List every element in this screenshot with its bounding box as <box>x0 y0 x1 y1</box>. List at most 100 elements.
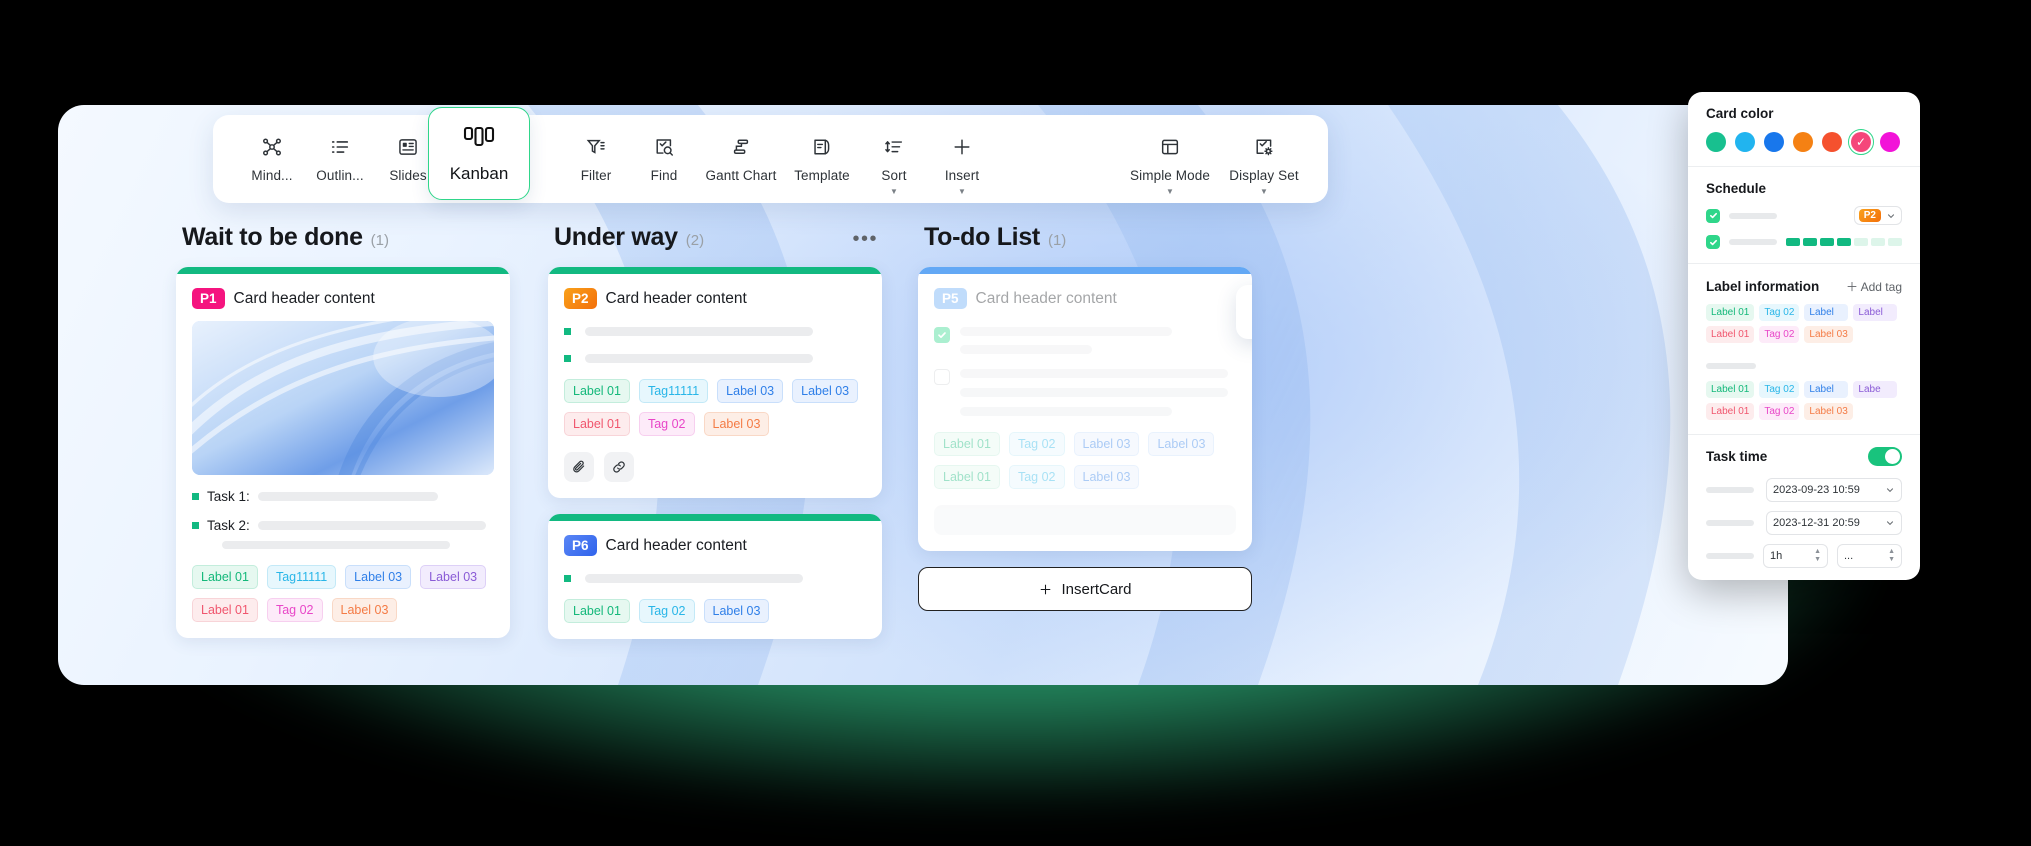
chevron-down-icon[interactable]: ▼ <box>890 188 898 196</box>
toolbar-item-mindmap[interactable]: Mind... <box>238 134 306 183</box>
duration-value: 1h <box>1770 550 1783 562</box>
tag[interactable]: Label 01 <box>564 412 630 436</box>
tag[interactable]: Label 03 <box>420 565 487 589</box>
tag[interactable]: Tag 02 <box>638 412 695 436</box>
attachment-icon[interactable] <box>564 452 594 482</box>
tag[interactable]: Label 01 <box>1706 381 1755 398</box>
tag[interactable]: Tag 02 <box>1759 381 1800 398</box>
toolbar-item-display-set[interactable]: Display Set ▼ <box>1218 134 1310 196</box>
tag[interactable]: Label 03 <box>331 598 398 622</box>
color-swatch-orange[interactable] <box>1793 132 1813 152</box>
tag[interactable]: Labe <box>1853 381 1898 398</box>
start-date-field[interactable]: 2023-09-23 10:59 <box>1766 478 1902 502</box>
tag[interactable]: Tag11111 <box>266 565 337 589</box>
priority-select[interactable]: P2 <box>1853 206 1902 225</box>
checkbox-checked[interactable] <box>1706 208 1720 223</box>
tag[interactable]: Label 01 <box>1706 403 1755 420</box>
column-more-icon[interactable]: ••• <box>852 229 878 249</box>
toolbar-item-outline[interactable]: Outlin... <box>306 134 374 183</box>
tag[interactable]: Label 03 <box>345 565 412 589</box>
task-time-toggle[interactable] <box>1868 447 1902 466</box>
tag[interactable]: Tag 02 <box>1759 304 1800 321</box>
tag[interactable]: Label 01 <box>934 465 1000 489</box>
chevron-down-icon[interactable]: ▼ <box>1260 188 1268 196</box>
toolbar-item-label: Simple Mode <box>1130 168 1210 183</box>
tag[interactable]: Label 03 <box>1148 432 1215 456</box>
kanban-card[interactable]: P6 Card header content Label 01 Tag 02 L… <box>548 514 882 639</box>
toolbar-item-simple-mode[interactable]: Simple Mode ▼ <box>1122 134 1218 196</box>
duration-stepper[interactable]: 1h ▲ ▼ <box>1763 544 1828 568</box>
kanban-card[interactable]: P2 Card header content Label 01 Tag11111 <box>548 267 882 498</box>
tag[interactable]: Label 03 <box>1073 432 1140 456</box>
kanban-icon <box>462 124 496 154</box>
column-title: Wait to be done <box>182 223 363 251</box>
kanban-column-wait-to-be-done: Wait to be done (1) P1 Card header conte… <box>176 223 510 654</box>
tag[interactable]: Label 03 <box>703 412 770 436</box>
tag[interactable]: Label 03 <box>1804 403 1853 420</box>
schedule-section: Schedule P2 <box>1688 167 1920 263</box>
tag[interactable]: Label 03 <box>1804 326 1853 343</box>
tag[interactable]: Label 03 <box>1073 465 1140 489</box>
color-swatch-blue[interactable] <box>1764 132 1784 152</box>
label-information-title: Label information <box>1706 279 1820 294</box>
tag[interactable]: Tag 02 <box>1008 465 1065 489</box>
find-icon <box>653 134 675 160</box>
tag[interactable]: Label <box>1804 304 1849 321</box>
tab-kanban[interactable]: Kanban <box>428 107 530 200</box>
tag[interactable]: Label 01 <box>564 379 630 403</box>
checkbox-checked[interactable] <box>1706 235 1720 249</box>
tag[interactable]: Tag 02 <box>266 598 323 622</box>
tag[interactable]: Label 03 <box>703 599 770 623</box>
toolbar-item-gantt-chart[interactable]: Gantt Chart <box>698 134 784 183</box>
tag[interactable]: Label 01 <box>1706 326 1755 343</box>
toolbar-item-filter[interactable]: Filter <box>562 134 630 183</box>
color-swatch-cyan[interactable] <box>1735 132 1755 152</box>
column-header: To-do List (1) <box>918 223 1252 267</box>
tag[interactable]: Label <box>1853 304 1898 321</box>
link-icon[interactable] <box>604 452 634 482</box>
tag[interactable]: Label <box>1804 381 1849 398</box>
task-row: Task 1: <box>192 489 494 504</box>
checkbox-checked[interactable] <box>934 327 950 343</box>
checkbox-unchecked[interactable] <box>934 369 950 385</box>
tag[interactable]: Label 01 <box>1706 304 1755 321</box>
tag[interactable]: Tag 02 <box>1759 403 1800 420</box>
placeholder-bar <box>1729 212 1777 219</box>
toolbar-item-insert[interactable]: Insert ▼ <box>928 134 996 196</box>
kanban-card[interactable]: P5 Card header content Label 01 Tag 02 L… <box>918 267 1252 551</box>
tag[interactable]: Label 01 <box>192 565 258 589</box>
color-swatch-red[interactable] <box>1822 132 1842 152</box>
stepper-arrows-icon[interactable]: ▲ ▼ <box>1888 548 1895 563</box>
tag[interactable]: Label 01 <box>934 432 1000 456</box>
tag[interactable]: Label 03 <box>792 379 859 403</box>
stepper-arrows-icon[interactable]: ▲ ▼ <box>1814 548 1821 563</box>
label-group-1-row-2: Label 01 Tag 02 Label 03 <box>1706 326 1902 343</box>
insert-card-button[interactable]: InsertCard <box>918 567 1252 611</box>
placeholder-bar <box>960 369 1228 378</box>
tag[interactable]: Tag11111 <box>638 379 709 403</box>
progress-segment-filled <box>1786 238 1800 246</box>
tag[interactable]: Label 01 <box>564 599 630 623</box>
chevron-down-icon[interactable]: ▼ <box>1166 188 1174 196</box>
kanban-card[interactable]: P1 Card header content Task 1: Task 2: L… <box>176 267 510 638</box>
color-swatch-magenta[interactable] <box>1880 132 1900 152</box>
progress-segments[interactable] <box>1786 238 1902 246</box>
toolbar-item-label: Display Set <box>1229 168 1299 183</box>
reminder-stepper[interactable]: ... ▲ ▼ <box>1837 544 1902 568</box>
tag[interactable]: Label 01 <box>192 598 258 622</box>
color-swatch-pink-selected[interactable] <box>1848 129 1874 155</box>
chevron-down-icon[interactable]: ▼ <box>958 188 966 196</box>
tag[interactable]: Tag 02 <box>638 599 695 623</box>
toolbar-item-sort[interactable]: Sort ▼ <box>860 134 928 196</box>
tag[interactable]: Tag 02 <box>1008 432 1065 456</box>
add-tag-button[interactable]: ＋ Add tag <box>1846 278 1902 295</box>
placeholder-bar <box>1706 363 1756 369</box>
tag[interactable]: Label 03 <box>717 379 784 403</box>
color-swatch-green[interactable] <box>1706 132 1726 152</box>
toolbar-item-template[interactable]: Template <box>784 134 860 183</box>
tag[interactable]: Tag 02 <box>1759 326 1800 343</box>
end-date-field[interactable]: 2023-12-31 20:59 <box>1766 511 1902 535</box>
lock-button[interactable] <box>1236 285 1252 339</box>
toolbar-item-find[interactable]: Find <box>630 134 698 183</box>
display-set-icon <box>1253 134 1275 160</box>
